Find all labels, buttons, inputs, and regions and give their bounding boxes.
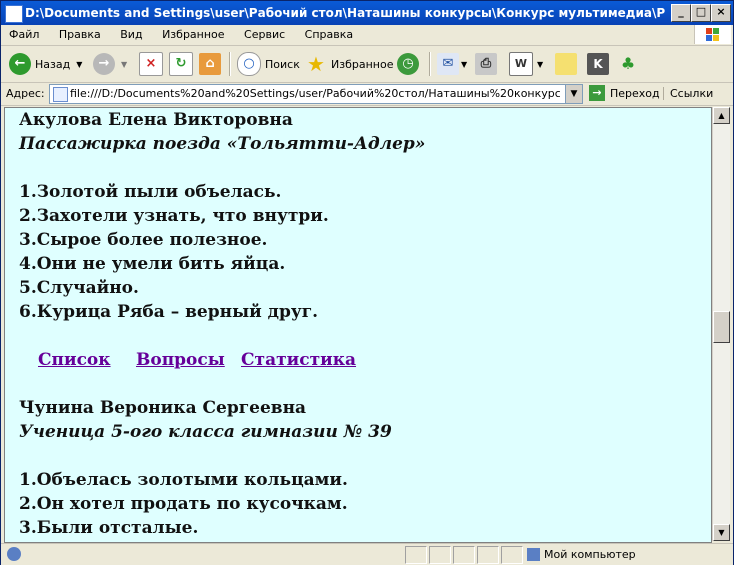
toolbar-separator	[429, 52, 431, 76]
status-cell	[501, 546, 523, 564]
status-cell	[477, 546, 499, 564]
address-input[interactable]: file:///D:/Documents%20and%20Settings/us…	[49, 84, 583, 104]
windows-logo-icon	[694, 25, 731, 44]
messenger-icon: ♣	[620, 54, 636, 73]
stop-icon: ×	[139, 52, 163, 76]
entry1-answer: 2.Захотели узнать, что внутри.	[19, 206, 329, 226]
home-button[interactable]: ⌂	[199, 50, 221, 78]
menu-favorites[interactable]: Избранное	[154, 25, 232, 45]
search-label: Поиск	[265, 57, 300, 71]
messenger-button[interactable]: ♣	[617, 50, 639, 78]
history-icon: ◷	[397, 53, 419, 75]
search-icon: ○	[237, 52, 261, 76]
search-button[interactable]: ○ Поиск	[237, 50, 300, 78]
browser-window: D:\Documents and Settings\user\Рабочий с…	[0, 0, 734, 565]
address-bar: Адрес: file:///D:/Documents%20and%20Sett…	[1, 83, 733, 106]
forward-dropdown-icon[interactable]: ▼	[121, 60, 127, 69]
vertical-scrollbar[interactable]: ▲ ▼	[712, 107, 730, 541]
note-icon	[555, 53, 577, 75]
statistics-link[interactable]: Статистика	[241, 350, 356, 370]
minimize-button[interactable]: _	[671, 4, 691, 22]
favorites-label: Избранное	[331, 57, 394, 71]
links-button[interactable]: Ссылки	[663, 87, 713, 100]
address-url[interactable]: file:///D:/Documents%20and%20Settings/us…	[70, 87, 560, 100]
entry2-answer: 1.Объелась золотыми кольцами.	[19, 470, 348, 490]
zone-label: Мой компьютер	[544, 547, 636, 561]
edit-dropdown-icon[interactable]: ▼	[537, 60, 543, 69]
entry2-answer: 3.Были отсталые.	[19, 518, 199, 538]
page-status-icon	[7, 547, 21, 561]
ie-page-icon	[5, 5, 23, 23]
discuss-button[interactable]	[555, 50, 577, 78]
page-content: Акулова Елена Викторовна Пассажирка поез…	[4, 107, 712, 543]
go-button[interactable]: → Переход	[589, 85, 660, 101]
address-dropdown-icon[interactable]: ▼	[565, 85, 582, 103]
title-bar: D:\Documents and Settings\user\Рабочий с…	[1, 1, 733, 25]
back-dropdown-icon[interactable]: ▼	[76, 60, 82, 69]
forward-button[interactable]: → ▼	[93, 50, 127, 78]
back-label: Назад	[35, 57, 71, 71]
stop-button[interactable]: ×	[139, 50, 163, 78]
status-bar: Мой компьютер	[1, 543, 733, 565]
entry1-answer: 6.Курица Ряба – верный друг.	[19, 302, 319, 322]
scroll-up-icon[interactable]: ▲	[713, 107, 730, 124]
go-label: Переход	[610, 86, 660, 100]
entry2-role: Ученица 5-ого класса гимназии № 39	[19, 422, 392, 442]
entry1-answer: 3.Сырое более полезное.	[19, 230, 268, 250]
go-arrow-icon: →	[589, 85, 605, 101]
menu-help[interactable]: Справка	[297, 25, 361, 45]
star-icon: ★	[307, 52, 325, 76]
refresh-button[interactable]: ↻	[169, 50, 193, 78]
print-button[interactable]: ⎙	[475, 50, 497, 78]
maximize-button[interactable]: □	[691, 4, 711, 22]
toolbar: ← Назад ▼ → ▼ × ↻ ⌂ ○ Поиск ★ Избранное …	[1, 46, 733, 83]
research-icon: K	[587, 53, 609, 75]
history-button[interactable]: ◷	[397, 50, 419, 78]
mail-dropdown-icon[interactable]: ▼	[461, 60, 467, 69]
entry1-role: Пассажирка поезда «Тольятти-Адлер»	[19, 134, 426, 154]
status-cell	[453, 546, 475, 564]
menu-edit[interactable]: Правка	[51, 25, 109, 45]
page-icon	[53, 87, 68, 102]
refresh-icon: ↻	[169, 52, 193, 76]
forward-arrow-icon: →	[93, 53, 115, 75]
menu-file[interactable]: Файл	[1, 25, 47, 45]
menu-tools[interactable]: Сервис	[236, 25, 293, 45]
security-zone: Мой компьютер	[527, 546, 636, 562]
address-label: Адрес:	[6, 87, 45, 100]
status-cell	[405, 546, 427, 564]
computer-icon	[527, 547, 540, 561]
mail-button[interactable]: ✉ ▼	[437, 50, 467, 78]
back-button[interactable]: ← Назад ▼	[9, 50, 82, 78]
entry1-answer: 5.Случайно.	[19, 278, 139, 298]
window-title: D:\Documents and Settings\user\Рабочий с…	[25, 6, 665, 20]
menu-view[interactable]: Вид	[112, 25, 150, 45]
entry1-answer: 1.Золотой пыли объелась.	[19, 182, 282, 202]
questions-link[interactable]: Вопросы	[136, 350, 225, 370]
toolbar-separator	[229, 52, 231, 76]
list-link[interactable]: Список	[38, 350, 111, 370]
mail-icon: ✉	[437, 53, 459, 75]
menu-bar: Файл Правка Вид Избранное Сервис Справка	[1, 25, 733, 46]
status-cell	[429, 546, 451, 564]
printer-icon: ⎙	[475, 53, 497, 75]
close-button[interactable]: ×	[711, 4, 731, 22]
research-button[interactable]: K	[587, 50, 609, 78]
favorites-button[interactable]: ★ Избранное	[305, 50, 393, 78]
entry1-name: Акулова Елена Викторовна	[19, 110, 293, 130]
word-icon: W	[509, 52, 533, 76]
edit-button[interactable]: W ▼	[509, 50, 543, 78]
scroll-down-icon[interactable]: ▼	[713, 524, 730, 541]
scroll-thumb[interactable]	[713, 311, 730, 343]
entry2-name: Чунина Вероника Сергеевна	[19, 398, 307, 418]
entry1-answer: 4.Они не умели бить яйца.	[19, 254, 286, 274]
home-icon: ⌂	[199, 53, 221, 75]
back-arrow-icon: ←	[9, 53, 31, 75]
entry2-answer: 2.Он хотел продать по кусочкам.	[19, 494, 348, 514]
